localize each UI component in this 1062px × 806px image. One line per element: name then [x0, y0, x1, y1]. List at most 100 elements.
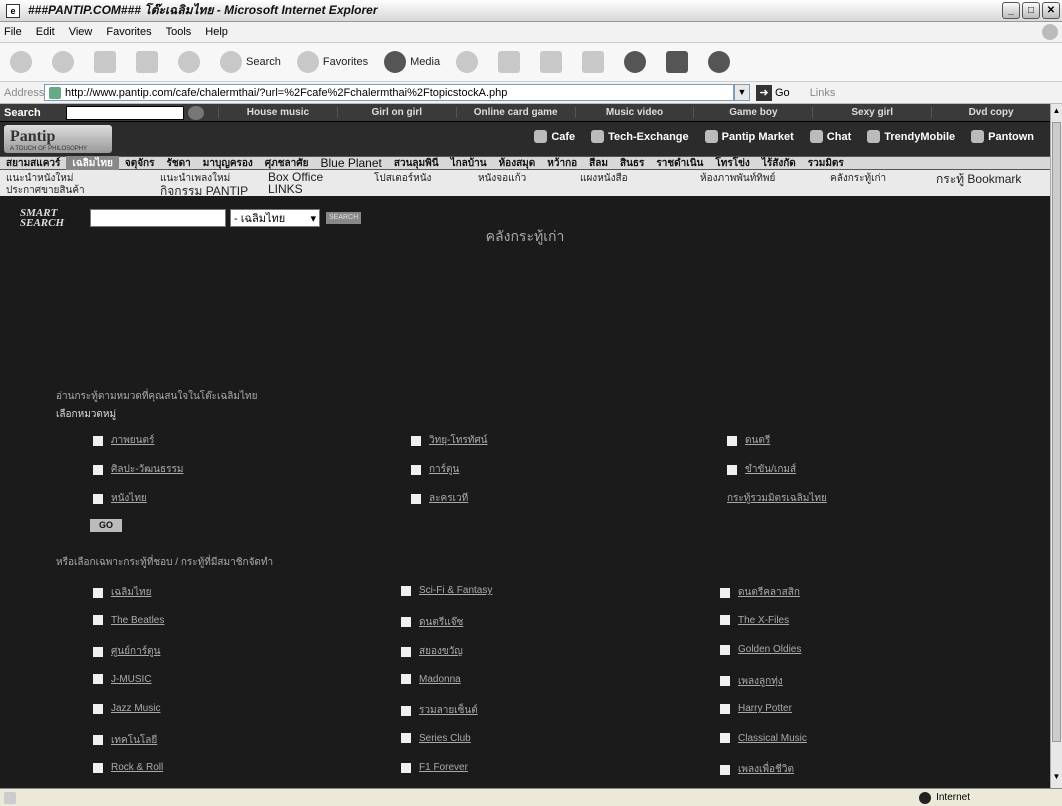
checkbox-item[interactable]: ดนตรีแจ๊ซ — [401, 615, 463, 630]
checkbox-item[interactable]: เพลงลูกทุ่ง — [720, 674, 783, 689]
room-tab-selected[interactable]: เฉลิมไทย — [66, 155, 119, 171]
checkbox-item[interactable]: ดนตรี — [727, 433, 770, 448]
scroll-up-icon[interactable]: ▲ — [1052, 106, 1061, 120]
category-link[interactable]: Dvd copy — [931, 107, 1050, 118]
stop-button[interactable] — [94, 51, 120, 73]
checkbox[interactable] — [720, 676, 730, 686]
nav-pantip-market[interactable]: Pantip Market — [704, 130, 794, 143]
room-tab[interactable]: สีลม — [583, 156, 614, 171]
favorites-button[interactable]: Favorites — [296, 51, 368, 73]
checkbox[interactable] — [401, 674, 411, 684]
category-link[interactable]: Music video — [574, 107, 694, 118]
room-tab[interactable]: Blue Planet — [314, 156, 387, 170]
checkbox-item[interactable]: Harry Potter — [720, 703, 792, 714]
checkbox[interactable] — [401, 585, 411, 596]
checkbox[interactable] — [727, 464, 737, 475]
room-tab[interactable]: สินธร — [614, 156, 650, 171]
menu-file[interactable]: File — [4, 26, 22, 38]
checkbox-item[interactable]: เพลงเพื่อชีวิต — [720, 762, 794, 777]
checkbox-item[interactable]: วิทยุ-โทรทัศน์ — [411, 433, 488, 448]
close-button[interactable]: ✕ — [1042, 2, 1060, 19]
maximize-button[interactable]: □ — [1022, 2, 1040, 19]
checkbox-item[interactable]: ศิลปะ-วัฒนธรรม — [93, 462, 183, 477]
subnav-link[interactable]: กระทู้ Bookmark — [936, 170, 1021, 189]
go-button[interactable]: ➜ Go — [756, 84, 790, 101]
subnav-link[interactable]: โปสเตอร์หนัง — [374, 171, 431, 186]
room-tab[interactable]: มาบุญครอง — [197, 156, 259, 171]
checkbox[interactable] — [411, 464, 421, 475]
checkbox-item[interactable]: Series Club — [401, 733, 471, 744]
checkbox[interactable] — [411, 493, 421, 504]
room-tab[interactable]: ราชดำเนิน — [650, 156, 709, 171]
room-tab[interactable]: ห้องสมุด — [493, 156, 542, 171]
room-tab[interactable]: ไร้สังกัด — [756, 156, 802, 171]
forward-button[interactable] — [52, 51, 78, 73]
checkbox-item[interactable]: The Beatles — [93, 615, 164, 626]
room-tab[interactable]: ไกลบ้าน — [445, 156, 493, 171]
nav-cafe[interactable]: Cafe — [534, 130, 575, 143]
checkbox[interactable] — [401, 646, 411, 657]
checkbox-item[interactable]: Jazz Music — [93, 703, 160, 714]
checkbox[interactable] — [411, 435, 421, 446]
checkbox[interactable] — [720, 703, 730, 714]
nav-trendymobile[interactable]: TrendyMobile — [867, 130, 955, 143]
category-link[interactable]: Girl on girl — [336, 107, 456, 118]
site-search-input[interactable] — [66, 105, 184, 120]
checkbox-item[interactable]: กระทู้รวมมิตรเฉลิมไทย — [727, 491, 827, 506]
room-tab[interactable]: สยามสแควร์ — [0, 156, 66, 171]
mail-button[interactable] — [498, 51, 524, 73]
room-tab[interactable]: จตุจักร — [119, 156, 161, 171]
room-tab[interactable]: หว้ากอ — [541, 156, 583, 171]
checkbox[interactable] — [401, 762, 411, 773]
home-button[interactable] — [178, 51, 204, 73]
checkbox[interactable] — [93, 587, 103, 598]
category-link[interactable]: Online card game — [455, 107, 575, 118]
checkbox-item[interactable]: Rock & Roll — [93, 762, 163, 773]
checkbox[interactable] — [401, 617, 411, 627]
room-tab[interactable]: ศุภชลาศัย — [259, 156, 315, 171]
media-button[interactable]: Media — [384, 51, 440, 73]
subnav-link[interactable]: ประกาศขายสินค้า — [6, 183, 85, 198]
vertical-scrollbar[interactable]: ▲ ▼ — [1050, 104, 1062, 788]
menu-edit[interactable]: Edit — [36, 26, 55, 38]
checkbox[interactable] — [93, 674, 103, 684]
room-tab[interactable]: รวมมิตร — [802, 156, 850, 171]
links-label[interactable]: Links — [810, 87, 836, 99]
refresh-button[interactable] — [136, 51, 162, 73]
edit-button[interactable] — [582, 51, 608, 73]
checkbox-item[interactable]: Sci-Fi & Fantasy — [401, 585, 492, 596]
menu-help[interactable]: Help — [205, 26, 228, 38]
subnav-link[interactable]: กิจกรรม PANTIP — [160, 182, 248, 201]
checkbox[interactable] — [93, 703, 103, 714]
pantip-logo[interactable]: Pantip A TOUCH OF PHILOSOPHY — [4, 125, 112, 153]
checkbox-item[interactable]: หนังไทย — [93, 491, 147, 506]
address-input[interactable]: http://www.pantip.com/cafe/chalermthai/?… — [44, 84, 734, 101]
checkbox[interactable] — [720, 764, 730, 775]
nav-chat[interactable]: Chat — [809, 130, 851, 143]
print-button[interactable] — [540, 51, 566, 73]
scroll-down-icon[interactable]: ▼ — [1052, 772, 1061, 786]
checkbox-item[interactable]: ละครเวที — [411, 491, 468, 506]
category-link[interactable]: Sexy girl — [812, 107, 931, 118]
checkbox-item[interactable]: เฉลิมไทย — [93, 585, 151, 600]
room-tab[interactable]: โทรโข่ง — [709, 156, 755, 171]
checkbox[interactable] — [93, 646, 103, 657]
research-button[interactable] — [666, 51, 692, 73]
checkbox-item[interactable]: Madonna — [401, 674, 461, 685]
checkbox-item[interactable]: สยองขวัญ — [401, 644, 463, 659]
checkbox-item[interactable]: เทคโนโลยี — [93, 733, 157, 748]
subnav-link[interactable]: คลังกระทู้เก่า — [830, 171, 886, 186]
subnav-link[interactable]: ห้องภาพพันท์ทิพย์ — [700, 171, 775, 186]
history-button[interactable] — [456, 51, 482, 73]
address-dropdown[interactable]: ▼ — [734, 84, 750, 101]
checkbox[interactable] — [401, 733, 411, 743]
go-submit-button[interactable]: GO — [90, 519, 122, 532]
category-link[interactable]: Game boy — [693, 107, 812, 118]
checkbox-item[interactable]: The X-Files — [720, 615, 789, 626]
search-button[interactable]: Search — [220, 51, 281, 73]
smart-search-button[interactable]: SEARCH — [326, 212, 362, 224]
checkbox-item[interactable]: F1 Forever — [401, 762, 468, 773]
checkbox-item[interactable]: Golden Oldies — [720, 644, 801, 655]
room-tab[interactable]: รัชดา — [160, 156, 196, 171]
subnav-link[interactable]: หนังจอแก้ว — [478, 171, 526, 186]
